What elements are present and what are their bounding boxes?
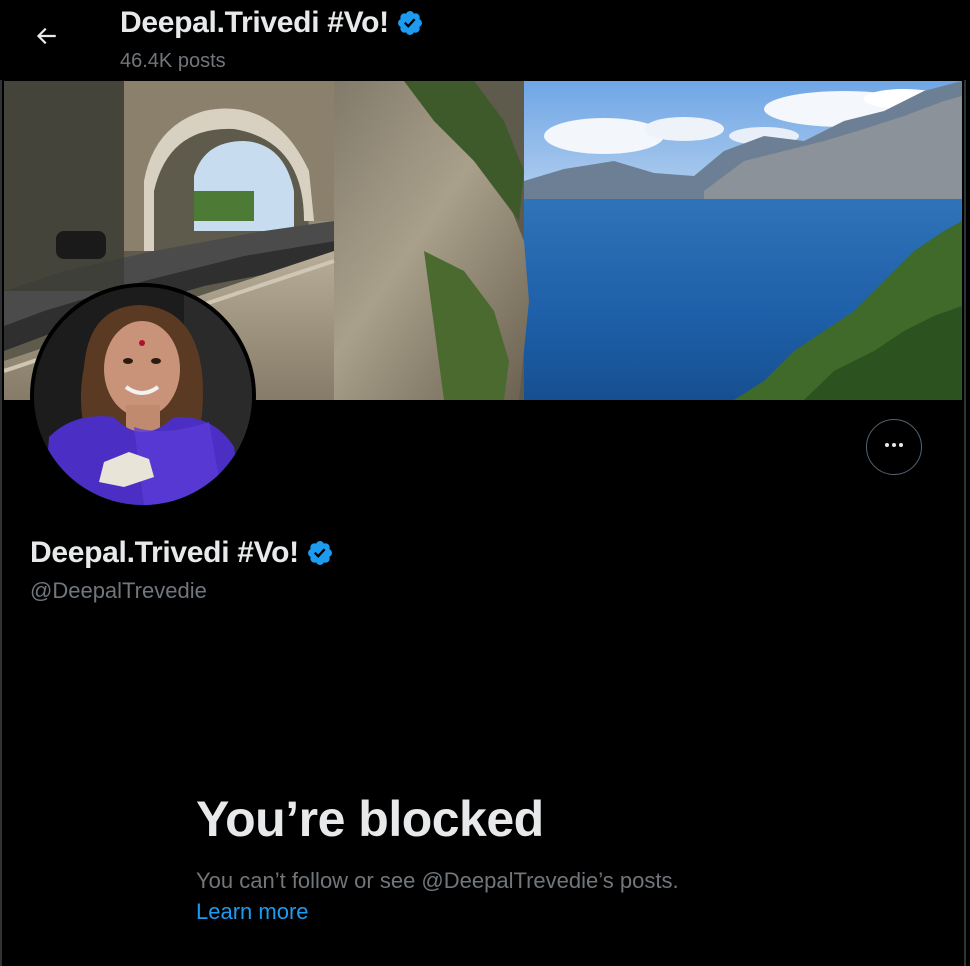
verified-badge-icon[interactable] [396, 9, 424, 37]
header-posts-count: 46.4K posts [120, 50, 226, 72]
header-display-name: Deepal.Trivedi #Vo! [120, 6, 389, 39]
more-horizontal-icon [882, 433, 906, 462]
back-button[interactable] [26, 18, 66, 58]
blocked-title: You’re blocked [196, 791, 544, 847]
avatar-image [34, 287, 252, 505]
profile-name-row: Deepal.Trivedi #Vo! [30, 536, 334, 570]
profile-header-bar: Deepal.Trivedi #Vo! 46.4K posts [0, 0, 970, 80]
profile-avatar[interactable] [30, 283, 256, 509]
learn-more-link[interactable]: Learn more [196, 899, 309, 925]
more-options-button[interactable] [866, 419, 922, 475]
profile-display-name: Deepal.Trivedi #Vo! [30, 536, 299, 569]
arrow-left-icon [33, 23, 59, 54]
verified-badge-icon[interactable] [306, 539, 334, 567]
blocked-description: You can’t follow or see @DeepalTrevedie’… [196, 868, 679, 893]
header-title-row: Deepal.Trivedi #Vo! [120, 6, 424, 40]
profile-handle: @DeepalTrevedie [30, 578, 207, 603]
